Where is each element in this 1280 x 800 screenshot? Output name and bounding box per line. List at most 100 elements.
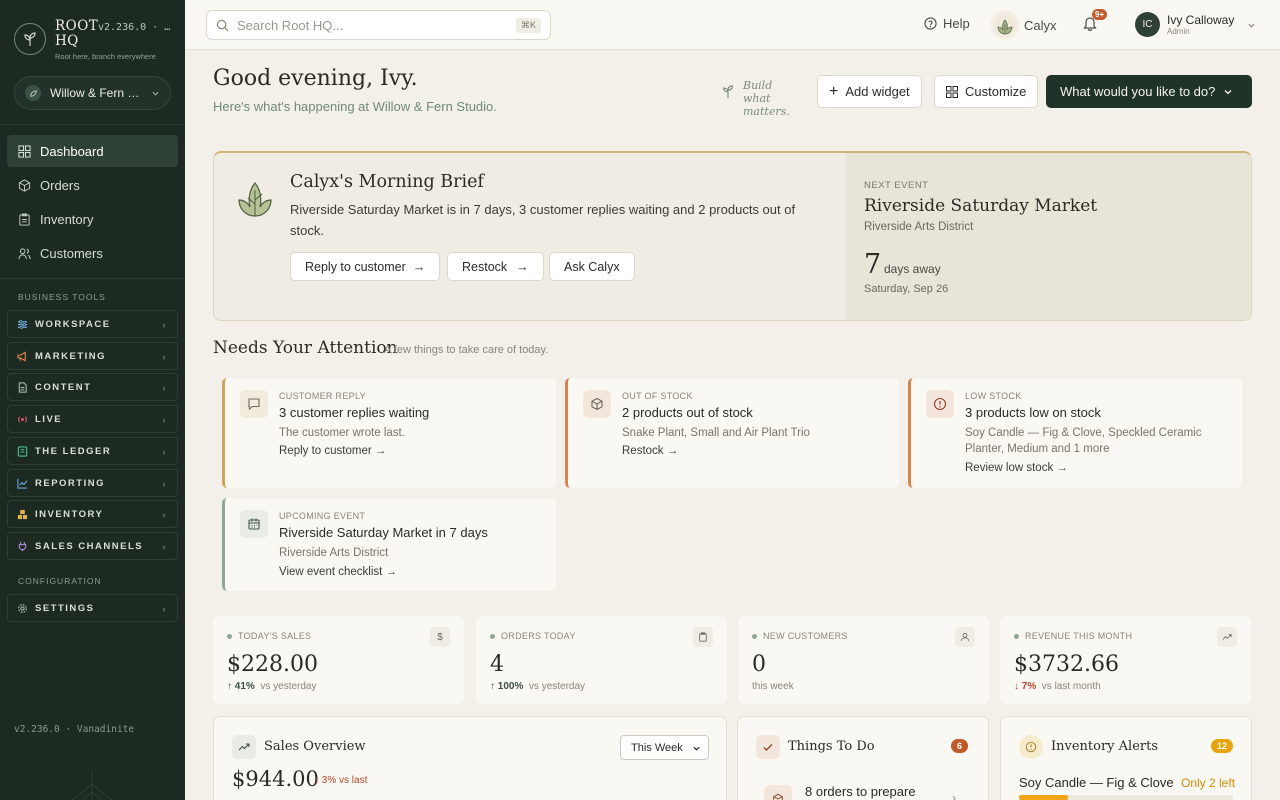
action-menu-button[interactable]: What would you like to do? bbox=[1046, 75, 1252, 108]
todo-count-badge: 6 bbox=[951, 739, 969, 753]
attention-card-out-of-stock[interactable]: OUT OF STOCK 2 products out of stock Sna… bbox=[565, 378, 899, 488]
next-event-label: NEXT EVENT bbox=[864, 180, 929, 191]
page-subtitle: Here's what's happening at Willow & Fern… bbox=[213, 99, 497, 114]
user-menu[interactable]: IC Ivy Calloway Admin bbox=[1135, 12, 1256, 37]
tool-live[interactable]: LIVE › bbox=[7, 405, 178, 433]
stat-compare: this week bbox=[752, 681, 794, 692]
tool-label: THE LEDGER bbox=[35, 445, 112, 457]
attention-card-low-stock[interactable]: LOW STOCK 3 products low on stock Soy Ca… bbox=[908, 378, 1242, 488]
ask-calyx-button[interactable]: Ask Calyx bbox=[549, 252, 635, 281]
chevron-right-icon: › bbox=[162, 447, 167, 457]
plus-icon: + bbox=[829, 82, 839, 100]
stat-change: ↓ 7% bbox=[1014, 681, 1037, 692]
boxes-icon bbox=[17, 509, 28, 519]
alert-circle-icon bbox=[926, 390, 954, 418]
search-input[interactable] bbox=[237, 17, 516, 33]
chevron-down-icon bbox=[693, 746, 700, 751]
tool-label: CONTENT bbox=[35, 381, 92, 393]
period-select[interactable]: This Week bbox=[620, 735, 709, 760]
customize-label: Customize bbox=[965, 84, 1027, 99]
tool-content[interactable]: CONTENT › bbox=[7, 373, 178, 401]
inventory-alerts-panel: Inventory Alerts 12 Soy Candle — Fig & C… bbox=[1000, 716, 1252, 800]
dollar-icon: $ bbox=[430, 627, 450, 647]
notification-badge: 9+ bbox=[1092, 9, 1108, 20]
brand[interactable]: ROOT HQ v2.236.0 · … Root here, branch e… bbox=[14, 19, 179, 67]
card-link[interactable]: View event checklist → bbox=[279, 566, 397, 578]
card-title: 2 products out of stock bbox=[622, 405, 753, 420]
sales-value: $944.00 bbox=[232, 767, 319, 791]
sidebar: ROOT HQ v2.236.0 · … Root here, branch e… bbox=[0, 0, 185, 800]
motto: Build what matters. bbox=[722, 79, 803, 118]
tool-workspace[interactable]: WORKSPACE › bbox=[7, 310, 178, 338]
card-link[interactable]: Reply to customer → bbox=[279, 445, 386, 457]
panel-title: Sales Overview bbox=[264, 739, 366, 754]
todo-item[interactable]: 8 orders to prepare › bbox=[764, 781, 974, 800]
calyx-label: Calyx bbox=[1024, 17, 1057, 33]
tool-marketing[interactable]: MARKETING › bbox=[7, 342, 178, 370]
search-icon bbox=[216, 19, 229, 31]
chart-icon bbox=[17, 478, 28, 489]
chevron-right-icon: › bbox=[162, 320, 167, 330]
trend-icon bbox=[232, 735, 256, 759]
search-box[interactable]: ⌘K bbox=[206, 10, 551, 40]
user-name: Ivy Calloway bbox=[1167, 12, 1235, 27]
tool-the-ledger[interactable]: THE LEDGER › bbox=[7, 437, 178, 465]
app-tagline: Root here, branch everywhere bbox=[55, 52, 156, 61]
calyx-button[interactable]: Calyx bbox=[990, 9, 1057, 41]
check-icon bbox=[756, 735, 780, 759]
chevron-down-icon bbox=[151, 89, 160, 98]
tool-sales-channels[interactable]: SALES CHANNELS › bbox=[7, 532, 178, 560]
stock-level-bar bbox=[1019, 795, 1233, 800]
attention-card-customer-reply[interactable]: CUSTOMER REPLY 3 customer replies waitin… bbox=[222, 378, 556, 488]
button-label: Reply to customer bbox=[305, 259, 406, 274]
alert-circle-icon bbox=[1019, 735, 1043, 759]
brief-title: Calyx's Morning Brief bbox=[290, 172, 484, 192]
footer-version: v2.236.0 · Vanadinite bbox=[14, 724, 135, 735]
stat-value: $228.00 bbox=[227, 652, 318, 677]
nav-label: Customers bbox=[40, 245, 103, 261]
nav-orders[interactable]: Orders bbox=[7, 169, 178, 201]
help-button[interactable]: Help bbox=[924, 16, 970, 31]
configuration-label: CONFIGURATION bbox=[18, 576, 102, 586]
panel-title: Things To Do bbox=[788, 739, 875, 754]
trend-icon bbox=[1217, 627, 1237, 647]
status-dot bbox=[752, 633, 757, 639]
attention-subtitle: A few things to take care of today. bbox=[384, 344, 549, 356]
shortcut-hint: ⌘K bbox=[515, 17, 541, 33]
card-link[interactable]: Restock → bbox=[622, 445, 678, 457]
box-icon bbox=[764, 785, 792, 800]
org-switcher[interactable]: Willow & Fern … bbox=[14, 76, 171, 110]
chevron-right-icon: › bbox=[162, 479, 167, 489]
stat-label: TODAY'S SALES bbox=[238, 631, 312, 641]
stat-value: $3732.66 bbox=[1014, 652, 1119, 677]
stat-label: NEW CUSTOMERS bbox=[763, 631, 848, 641]
restock-button[interactable]: Restock → bbox=[447, 252, 544, 281]
nav-customers[interactable]: Customers bbox=[7, 237, 178, 269]
customize-button[interactable]: Customize bbox=[934, 75, 1039, 108]
org-name: Willow & Fern … bbox=[50, 86, 140, 100]
add-widget-button[interactable]: + Add widget bbox=[817, 75, 922, 108]
attention-title: Needs Your Attention bbox=[213, 338, 398, 358]
box-icon bbox=[583, 390, 611, 418]
card-link[interactable]: Review low stock → bbox=[965, 462, 1068, 474]
chevron-right-icon: › bbox=[162, 415, 167, 425]
help-label: Help bbox=[943, 16, 970, 31]
sales-overview-panel: Sales Overview This Week $944.00 ↓ 3% vs… bbox=[213, 716, 727, 800]
nav-label: Dashboard bbox=[40, 143, 104, 159]
nav-dashboard[interactable]: Dashboard bbox=[7, 135, 178, 167]
tool-reporting[interactable]: REPORTING › bbox=[7, 469, 178, 497]
tool-label: INVENTORY bbox=[35, 508, 104, 520]
action-menu-label: What would you like to do? bbox=[1060, 84, 1216, 99]
motto-text: Build what matters. bbox=[743, 79, 790, 118]
tool-settings[interactable]: SETTINGS › bbox=[7, 594, 178, 622]
attention-card-upcoming-event[interactable]: UPCOMING EVENT Riverside Saturday Market… bbox=[222, 498, 556, 591]
reply-to-customer-button[interactable]: Reply to customer → bbox=[290, 252, 441, 281]
things-to-do-panel: Things To Do 6 8 orders to prepare › bbox=[737, 716, 989, 800]
tool-inventory[interactable]: INVENTORY › bbox=[7, 500, 178, 528]
inventory-item-status: Only 2 left bbox=[1181, 776, 1236, 790]
document-icon bbox=[18, 381, 27, 393]
inventory-count-badge: 12 bbox=[1211, 739, 1234, 753]
stat-compare: vs last month bbox=[1041, 681, 1101, 692]
nav-inventory[interactable]: Inventory bbox=[7, 203, 178, 235]
workspace-icon bbox=[17, 319, 28, 329]
